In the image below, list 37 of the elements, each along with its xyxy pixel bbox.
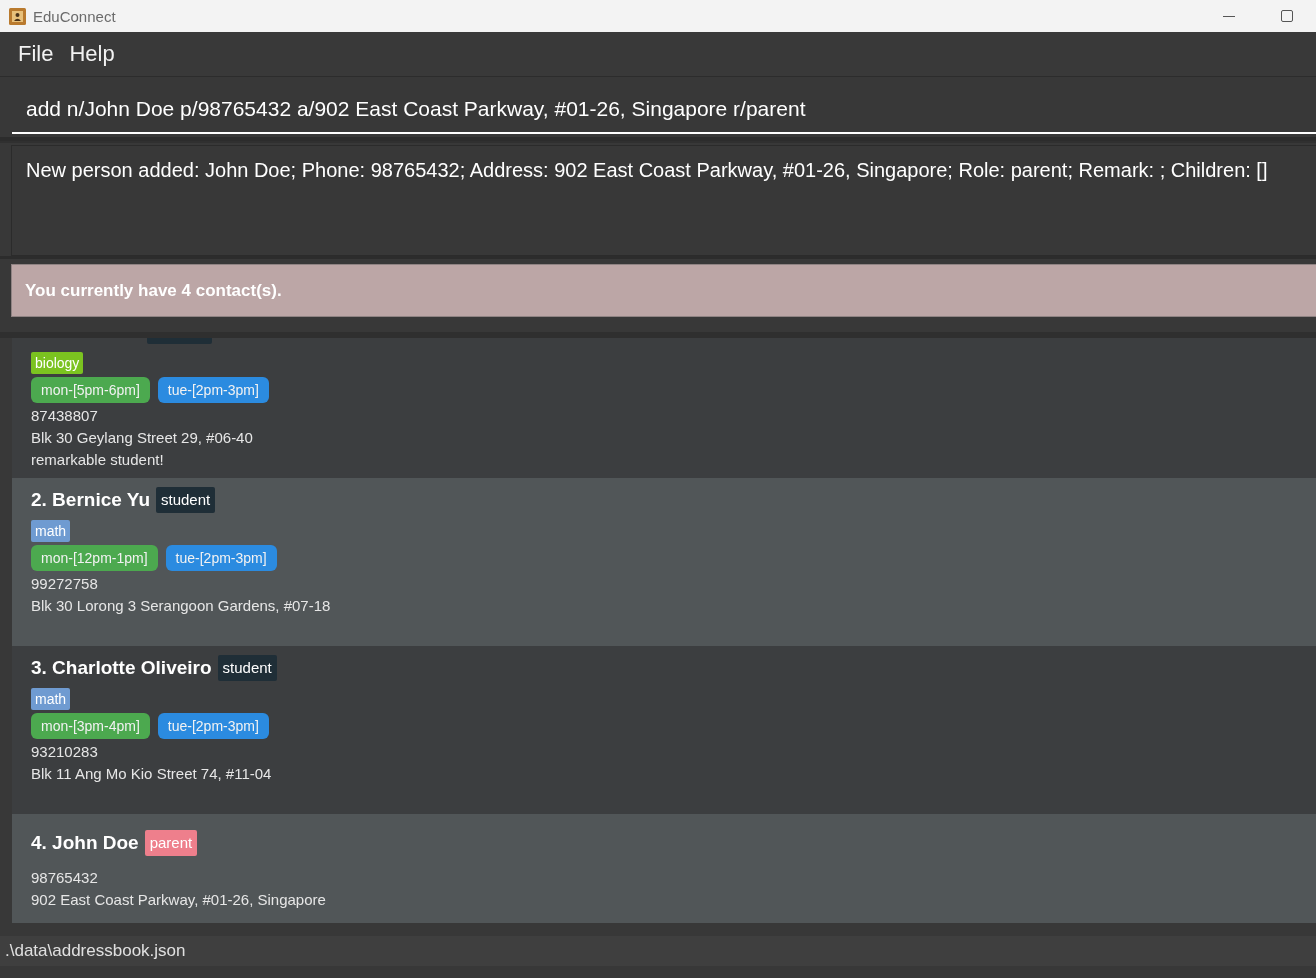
phone-number: 98765432 [31, 868, 98, 888]
schedule-tag: mon-[5pm-6pm] [31, 377, 150, 403]
subject-tag: math [31, 688, 71, 710]
maximize-icon [1281, 10, 1293, 22]
phone-number: 93210283 [31, 742, 98, 762]
contact-name: 2. Bernice Yu [31, 489, 150, 511]
subject-tag: math [31, 520, 71, 542]
role-tag: parent [144, 830, 198, 856]
menu-item[interactable]: File [10, 36, 62, 72]
schedule-tag: tue-[2pm-3pm] [165, 545, 277, 571]
address-text: Blk 30 Lorong 3 Serangoon Gardens, #07-18 [31, 596, 331, 616]
phone-number: 99272758 [31, 574, 98, 594]
contact-count-banner: You currently have 4 contact(s). [11, 264, 1316, 317]
menu-item[interactable]: Help [61, 36, 123, 72]
remark-text: remarkable student! [31, 450, 164, 470]
contact-name: 3. Charlotte Oliveiro [31, 657, 212, 679]
contact-name: 4. John Doe [31, 832, 139, 854]
subject-tag: biology [31, 352, 84, 374]
app-icon [9, 7, 26, 25]
window-title: EduConnect [33, 7, 116, 25]
address-text: Blk 30 Geylang Street 29, #06-40 [31, 428, 253, 448]
minimize-icon [1223, 15, 1235, 17]
contact-card[interactable]: 3. Charlotte Oliveiro student math mon-[3pm-4pm] tue-[2pm-3pm] 93210283 Blk 11 Ang Mo Kio Street 74, #11-04 [12, 646, 1316, 814]
address-text: 902 East Coast Parkway, #01-26, Singapore [31, 890, 326, 910]
schedule-tag: tue-[2pm-3pm] [157, 377, 269, 403]
schedule-tag: mon-[12pm-1pm] [31, 545, 158, 571]
phone-number: 87438807 [31, 406, 98, 426]
address-text: Blk 11 Ang Mo Kio Street 74, #11-04 [31, 764, 272, 784]
file-path: .\data\addressbook.json [5, 941, 186, 961]
schedule-tag: mon-[3pm-4pm] [31, 713, 150, 739]
role-tag: student [156, 487, 216, 513]
role-tag: student [217, 655, 277, 681]
contact-card[interactable]: 2. Bernice Yu student math mon-[12pm-1pm] tue-[2pm-3pm] 99272758 Blk 30 Lorong 3 Serangoon Gardens, #07-18 [12, 478, 1316, 646]
contact-card[interactable]: biology mon-[5pm-6pm] tue-[2pm-3pm] 87438807 Blk 30 Geylang Street 29, #06-40 remarkable student! [12, 338, 1316, 478]
schedule-tag: tue-[2pm-3pm] [157, 713, 269, 739]
result-text-area: New person added: John Doe; Phone: 98765432; Address: 902 East Coast Parkway, #01-26, Singapore; Role: parent; Remark: ; Children: [] [11, 145, 1316, 256]
contact-card[interactable]: 4. John Doe parent 98765432 902 East Coast Parkway, #01-26, Singapore [12, 814, 1316, 923]
